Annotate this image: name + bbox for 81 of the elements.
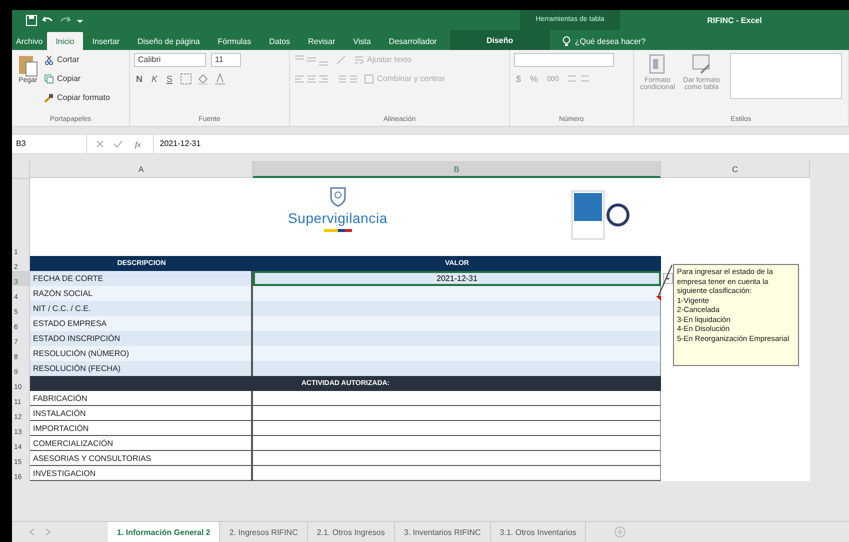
ribbon-tab[interactable]: Datos xyxy=(260,32,300,50)
select-all-corner[interactable] xyxy=(12,161,30,179)
label-cell: ASESORIAS Y CONSULTORIAS xyxy=(30,451,253,466)
save-icon[interactable] xyxy=(26,14,37,26)
clipboard-icon xyxy=(18,53,38,77)
bold-button[interactable]: N xyxy=(134,74,144,84)
label-cell: ESTADO EMPRESA xyxy=(30,316,253,331)
ribbon-tab[interactable]: Inicio xyxy=(46,32,84,50)
value-cell[interactable] xyxy=(253,286,661,301)
sheet-tab[interactable]: 2. Ingresos RIFINC xyxy=(220,522,308,542)
sheet-tab[interactable]: 2.1. Otros Ingresos xyxy=(308,522,395,542)
tell-me-search[interactable]: ¿Qué desea hacer? xyxy=(550,32,646,50)
ribbon-tab[interactable]: Vista xyxy=(344,32,380,50)
underline-button[interactable]: S xyxy=(164,74,175,84)
flag-stripe-icon xyxy=(324,229,352,232)
add-sheet-icon[interactable] xyxy=(614,526,626,538)
cell-value: 2021-12-31 xyxy=(436,274,478,283)
copy-icon xyxy=(44,74,54,84)
sheet-tab[interactable]: 3. Inventarios RIFINC xyxy=(394,522,491,542)
value-cell[interactable] xyxy=(253,391,661,406)
label-cell: COMERCIALIZACIÓN xyxy=(30,436,253,451)
column-header[interactable]: C xyxy=(661,161,810,178)
cell-styles-gallery[interactable] xyxy=(730,53,842,99)
italic-button[interactable]: K xyxy=(150,74,160,84)
value-cell[interactable] xyxy=(253,361,661,376)
format-painter-button[interactable]: Copiar formato xyxy=(44,91,110,104)
value-cell[interactable] xyxy=(253,316,661,331)
label-cell: NIT / C.C. / C.E. xyxy=(30,301,253,316)
column-header[interactable]: B xyxy=(253,161,661,178)
paintbrush-icon xyxy=(44,92,54,102)
insert-function-button[interactable]: fx xyxy=(131,140,145,148)
cancel-icon[interactable] xyxy=(95,139,105,149)
ribbon-tab[interactable]: Archivo xyxy=(12,32,47,50)
align-left-icon[interactable] xyxy=(294,72,330,84)
sheet-tab[interactable]: 1. Información General 2 xyxy=(108,522,220,542)
sheet-tab[interactable]: 3.1. Otros Inventarios xyxy=(490,522,586,542)
value-cell[interactable] xyxy=(253,406,661,421)
align-top-icon[interactable] xyxy=(294,54,330,66)
wrap-text-icon xyxy=(354,54,364,64)
font-color-icon[interactable] xyxy=(214,73,226,85)
value-cell[interactable] xyxy=(253,466,661,481)
label-cell: FABRICACIÓN xyxy=(30,391,253,406)
ribbon-tab[interactable]: Diseño de página xyxy=(128,32,209,50)
cut-button[interactable]: Cortar xyxy=(44,53,110,66)
label-cell: RAZÓN SOCIAL xyxy=(30,286,253,301)
ribbon-tab[interactable]: Insertar xyxy=(83,32,128,50)
check-icon[interactable] xyxy=(113,139,123,149)
value-cell[interactable] xyxy=(253,301,661,316)
label-cell: ESTADO INSCRIPCIÓN xyxy=(30,331,253,346)
borders-icon[interactable] xyxy=(180,73,192,85)
copy-button[interactable]: Copiar xyxy=(44,72,110,85)
label-cell: INVESTIGACION xyxy=(30,466,253,481)
ribbon-tab[interactable]: Revisar xyxy=(299,32,344,50)
font-size-field[interactable]: 11 xyxy=(211,53,241,67)
scissors-icon xyxy=(44,54,54,64)
value-cell[interactable] xyxy=(253,346,661,361)
logo-text: Supervigilancia xyxy=(288,210,388,226)
label-cell: FECHA DE CORTE xyxy=(30,271,253,286)
column-header[interactable]: A xyxy=(30,161,253,178)
font-name-field[interactable]: Calibri xyxy=(134,53,206,67)
value-cell[interactable] xyxy=(253,421,661,436)
label-cell: RESOLUCIÓN (FECHA) xyxy=(30,361,253,376)
number-format-field[interactable] xyxy=(514,53,614,67)
ribbon-tab[interactable]: Fórmulas xyxy=(208,32,260,50)
window-title: RIFINC - Excel xyxy=(706,16,763,24)
value-cell[interactable] xyxy=(253,451,661,466)
ribbon-tab[interactable]: Diseño xyxy=(450,30,550,50)
label-cell: IMPORTACIÓN xyxy=(30,421,253,436)
label-cell: INSTALACIÓN xyxy=(30,406,253,421)
formula-field[interactable]: 2021-12-31 xyxy=(152,135,849,153)
fill-color-icon[interactable] xyxy=(196,73,209,85)
scroll-left-icon[interactable] xyxy=(28,528,36,536)
ribbon-tab[interactable]: Desarrollador xyxy=(380,32,446,50)
leader-line xyxy=(657,264,673,298)
value-cell[interactable] xyxy=(253,331,661,346)
lightbulb-icon xyxy=(562,36,571,46)
scroll-right-icon[interactable] xyxy=(44,528,52,536)
merge-cells-icon xyxy=(364,74,374,84)
value-cell[interactable] xyxy=(253,436,661,451)
name-box[interactable]: B3 xyxy=(12,135,87,153)
label-cell: RESOLUCIÓN (NÚMERO) xyxy=(30,346,253,361)
